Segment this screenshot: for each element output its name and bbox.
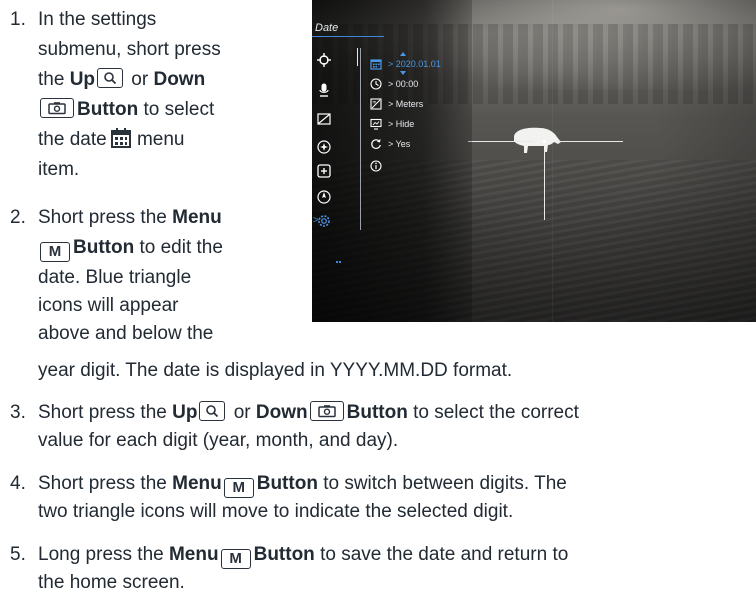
- divider-line: [552, 0, 553, 322]
- units-icon: m: [370, 98, 382, 110]
- units-value: > Meters: [388, 99, 424, 109]
- settings-gear-icon[interactable]: [317, 214, 331, 228]
- step-text: date. Blue triangle: [38, 267, 192, 288]
- reset-value: > Yes: [388, 139, 411, 149]
- zoom-plus-icon[interactable]: [317, 164, 331, 178]
- boar-silhouette: [514, 127, 561, 153]
- reset-icon: [371, 139, 381, 149]
- step-text: Short press the Menu: [38, 207, 222, 228]
- crosshair-right: [555, 141, 623, 142]
- step-text: M Button to edit the: [38, 234, 223, 262]
- date-value: > 2020.01.01: [388, 59, 441, 69]
- tab-date[interactable]: Date: [315, 22, 338, 34]
- crosshair-icon[interactable]: [317, 53, 331, 67]
- up-button-key-icon: [199, 401, 226, 421]
- step-number: 4.: [10, 473, 26, 494]
- step-text: above and below the: [38, 323, 214, 344]
- step-text: In the settings: [38, 9, 157, 30]
- step-text: Short press the Menu M Button to switch be…: [38, 473, 567, 498]
- menu-divider-highlight: [357, 48, 358, 66]
- step-number: 3.: [10, 402, 26, 423]
- time-value: > 00:00: [388, 79, 419, 89]
- display-icon: [370, 118, 382, 130]
- calendar-icon: [110, 127, 132, 157]
- step-text: icons will appear: [38, 295, 179, 316]
- step-text: value for each digit (year, month, and d…: [38, 430, 399, 451]
- step-number: 5.: [10, 544, 26, 565]
- step-text: submenu, short press: [38, 39, 221, 60]
- step-number: 2.: [10, 207, 26, 228]
- page-dots: [336, 261, 341, 263]
- crosshair-bottom: [544, 150, 545, 220]
- tab-underline: [312, 36, 384, 37]
- down-button-key-icon: [309, 401, 344, 421]
- device-screen-screenshot: Date > > 2020.01.01 > 00:00 m > Meters >…: [312, 0, 756, 322]
- calibration-icon[interactable]: [317, 112, 331, 126]
- step-text: Button to select: [38, 96, 214, 123]
- triangle-down-icon: [400, 71, 406, 75]
- crosshair-left: [468, 141, 534, 142]
- compass-icon[interactable]: [317, 190, 331, 204]
- down-button-key-icon: [40, 98, 74, 118]
- step-text: the date menu: [38, 126, 184, 157]
- step-text: Short press the Up or Down Button to sele…: [38, 401, 579, 423]
- brightness-icon[interactable]: [317, 140, 331, 154]
- display-value: > Hide: [388, 119, 415, 129]
- menu-button-key-icon: M: [223, 478, 254, 498]
- step-text: Long press the Menu M Button to save the d…: [38, 544, 569, 569]
- settings-menu-panel: Date > > 2020.01.01 > 00:00 m > Meters >…: [312, 0, 472, 322]
- calendar-icon: [370, 59, 382, 70]
- step-text: the home screen.: [38, 572, 185, 593]
- menu-divider: [360, 48, 361, 230]
- clock-icon: [370, 78, 382, 90]
- up-button-key-icon: [97, 68, 124, 88]
- menu-button-key-icon: M: [40, 242, 70, 262]
- step-number: 1.: [10, 9, 26, 30]
- step-text: item.: [38, 159, 80, 180]
- step-text: year digit. The date is displayed in YYY…: [38, 360, 513, 381]
- microphone-icon[interactable]: [317, 83, 331, 97]
- step-text: two triangle icons will move to indicate…: [38, 501, 514, 522]
- info-icon: [370, 160, 382, 172]
- menu-button-key-icon: M: [220, 549, 251, 569]
- triangle-up-icon: [400, 52, 406, 56]
- step-text: the Up or Down: [38, 68, 206, 90]
- svg-text:m: m: [373, 100, 377, 105]
- crosshair-center: [543, 140, 546, 143]
